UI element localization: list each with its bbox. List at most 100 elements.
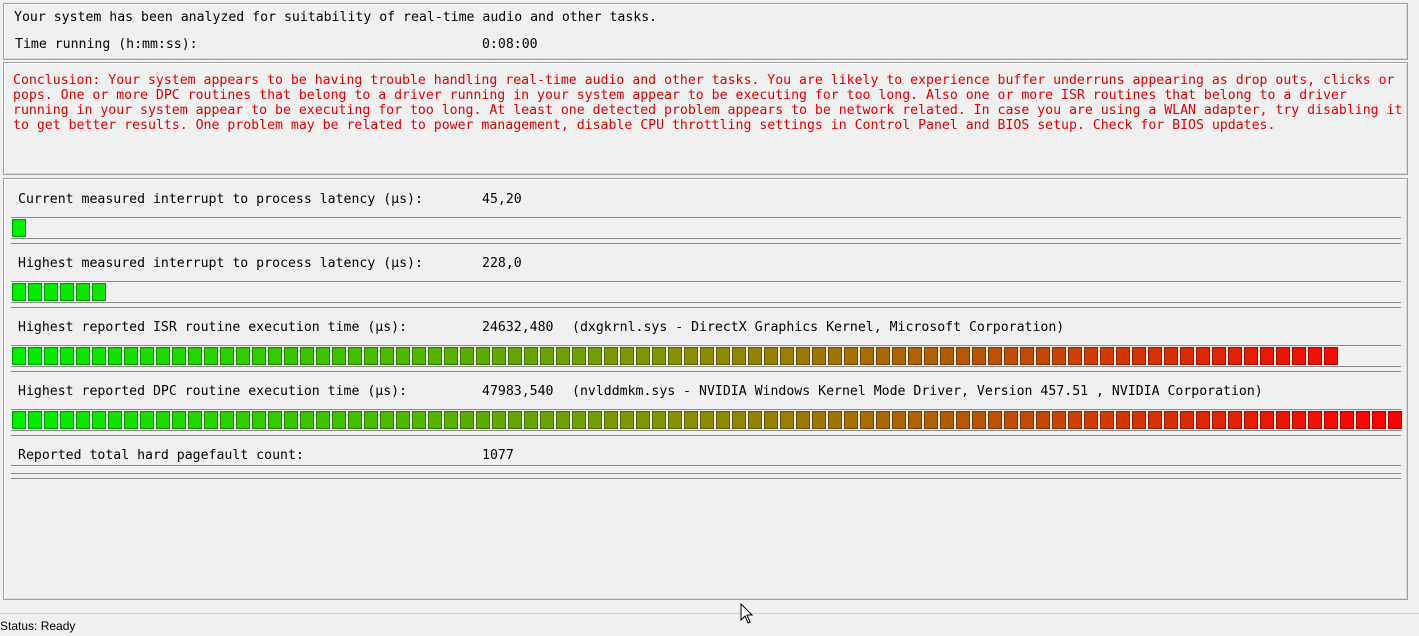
bar-segment — [1228, 347, 1242, 365]
bar-segment — [412, 411, 426, 429]
latency-bar — [11, 281, 1401, 308]
bar-segment — [1148, 347, 1162, 365]
bar-segment — [380, 347, 394, 365]
bar-segment — [620, 411, 634, 429]
conclusion-text: Conclusion: Your system appears to be ha… — [13, 73, 1403, 133]
bar-segment — [476, 347, 490, 365]
bar-segment — [44, 411, 58, 429]
bar-segment — [860, 411, 874, 429]
bar-segment — [924, 411, 938, 429]
bar-segment — [508, 347, 522, 365]
bar-segment — [556, 347, 570, 365]
bar-segment — [796, 347, 810, 365]
bar-segment — [1212, 411, 1226, 429]
bar-segment — [316, 411, 330, 429]
bar-segment — [60, 347, 74, 365]
bar-segment — [588, 411, 602, 429]
bar-segment — [748, 347, 762, 365]
bar-segment — [1308, 347, 1322, 365]
status-bar: Status: Ready — [0, 613, 1419, 636]
bar-segment — [300, 411, 314, 429]
bar-segment — [236, 411, 250, 429]
bar-segment — [76, 411, 90, 429]
latency-bar — [11, 409, 1402, 436]
bar-segment — [620, 347, 634, 365]
bar-segment — [700, 347, 714, 365]
bar-segment — [972, 411, 986, 429]
bar-segment — [364, 411, 378, 429]
bar-segment — [524, 347, 538, 365]
bar-segment — [60, 283, 74, 301]
bar-segment — [220, 347, 234, 365]
bar-segment — [92, 347, 106, 365]
metric-label: Highest measured interrupt to process la… — [18, 256, 423, 271]
bar-segment — [108, 347, 122, 365]
bar-segment — [252, 347, 266, 365]
bar-segment — [1180, 411, 1194, 429]
bar-segment — [876, 411, 890, 429]
bar-segment — [1164, 411, 1178, 429]
bar-segment — [1004, 411, 1018, 429]
bar-segment — [140, 411, 154, 429]
bar-segment — [1228, 411, 1242, 429]
bar-segment — [28, 283, 42, 301]
bar-segment — [1116, 347, 1130, 365]
metric-label: Highest reported ISR routine execution t… — [18, 320, 408, 335]
bar-segment — [268, 347, 282, 365]
bar-segment — [908, 347, 922, 365]
bar-segment — [892, 411, 906, 429]
bar-segment — [540, 347, 554, 365]
bar-segment — [1148, 411, 1162, 429]
bar-segment — [380, 411, 394, 429]
bar-segment — [1068, 411, 1082, 429]
bar-segment — [28, 411, 42, 429]
bar-segment — [1372, 411, 1386, 429]
bar-segment — [1308, 411, 1322, 429]
bar-segment — [76, 283, 90, 301]
bar-segment — [12, 283, 26, 301]
analysis-intro-text: Your system has been analyzed for suitab… — [14, 10, 658, 25]
bar-segment — [172, 411, 186, 429]
bar-segment — [732, 347, 746, 365]
bar-segment — [780, 411, 794, 429]
bar-segment — [444, 347, 458, 365]
bar-segment — [348, 411, 362, 429]
bar-segment — [604, 411, 618, 429]
bar-segment — [764, 347, 778, 365]
bar-segment — [668, 411, 682, 429]
pagefault-bar — [11, 465, 1401, 479]
bar-segment — [844, 411, 858, 429]
bar-segment — [652, 347, 666, 365]
analysis-header-panel: Your system has been analyzed for suitab… — [3, 3, 1408, 60]
metric-driver-info: (dxgkrnl.sys - DirectX Graphics Kernel, … — [572, 320, 1065, 335]
bar-segment — [332, 347, 346, 365]
metric-label: Current measured interrupt to process la… — [18, 192, 423, 207]
metric-label: Highest reported DPC routine execution t… — [18, 384, 408, 399]
bar-segment — [1164, 347, 1178, 365]
bar-segment — [12, 411, 26, 429]
bar-segment — [1260, 411, 1274, 429]
bar-segment — [572, 411, 586, 429]
bar-segment — [956, 411, 970, 429]
mouse-pointer-icon — [740, 603, 754, 624]
bar-segment — [1340, 411, 1354, 429]
bar-segment — [124, 347, 138, 365]
bar-segment — [92, 283, 106, 301]
bar-segment — [860, 347, 874, 365]
metric-value: 228,0 — [482, 256, 522, 271]
bar-segment — [684, 411, 698, 429]
bar-segment — [1132, 347, 1146, 365]
bar-segment — [556, 411, 570, 429]
bar-segment — [1196, 347, 1210, 365]
bar-segment — [188, 411, 202, 429]
metric-value: 47983,540 — [482, 384, 554, 399]
bar-segment — [1036, 411, 1050, 429]
bar-segment — [1212, 347, 1226, 365]
bar-segment — [1068, 347, 1082, 365]
bar-segment — [300, 347, 314, 365]
bar-segment — [284, 411, 298, 429]
status-text: Status: Ready — [0, 619, 76, 633]
bar-segment — [428, 411, 442, 429]
time-running-label: Time running (h:mm:ss): — [15, 37, 198, 52]
bar-segment — [204, 411, 218, 429]
